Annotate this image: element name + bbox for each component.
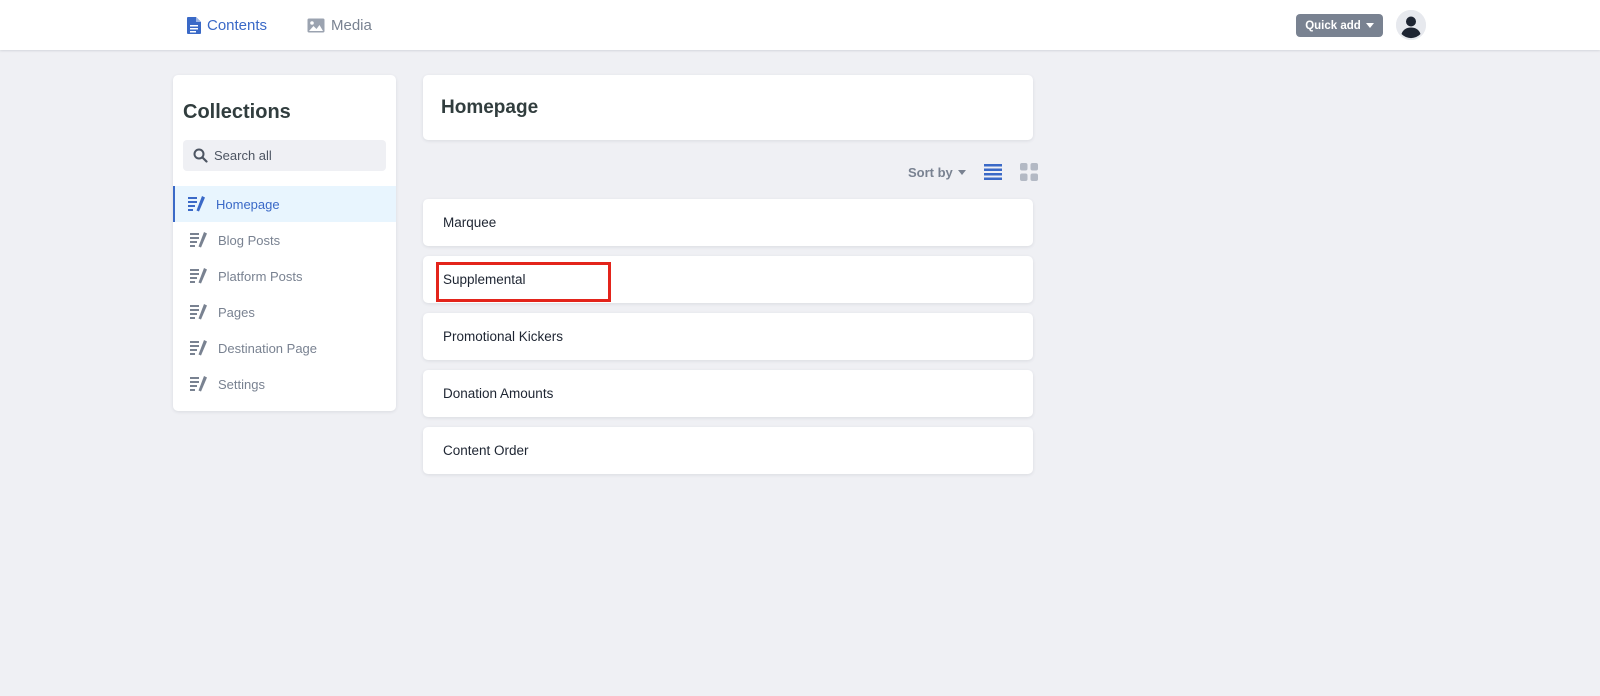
list-item-label: Donation Amounts (443, 386, 554, 401)
list-item-label: Promotional Kickers (443, 329, 564, 344)
write-icon (190, 340, 207, 356)
nav-media-link[interactable]: Media (307, 0, 372, 50)
top-bar: Contents Media Quick add (0, 0, 1600, 50)
sidebar-item-label: Settings (218, 376, 265, 392)
quick-add-label: Quick add (1305, 19, 1361, 32)
sidebar-item-settings[interactable]: Settings (173, 366, 396, 402)
chevron-down-icon (1365, 23, 1374, 28)
write-icon (190, 268, 207, 284)
write-icon (190, 376, 207, 392)
nav-contents-label: Contents (207, 16, 268, 34)
list-item-label: Supplemental (443, 272, 526, 287)
collection-header: Homepage (423, 75, 1033, 140)
list-item[interactable]: Donation Amounts (423, 370, 1033, 417)
sidebar-item-platform-posts[interactable]: Platform Posts (173, 258, 396, 294)
sidebar-item-destination-page[interactable]: Destination Page (173, 330, 396, 366)
grid-view-icon[interactable] (1019, 163, 1038, 181)
sidebar-item-pages[interactable]: Pages (173, 294, 396, 330)
list-item-label: Marquee (443, 215, 497, 230)
user-icon (1396, 10, 1426, 40)
image-icon (307, 18, 325, 32)
write-icon (190, 304, 207, 320)
sidebar-item-label: Homepage (216, 196, 280, 212)
search-input[interactable] (214, 148, 374, 163)
sort-by-dropdown[interactable]: Sort by (908, 165, 966, 180)
sidebar-item-label: Destination Page (218, 340, 318, 356)
user-avatar[interactable] (1396, 10, 1426, 40)
collections-sidebar: Collections Homepage Blog Posts (173, 75, 396, 411)
sidebar-item-label: Platform Posts (218, 268, 303, 284)
list-item[interactable]: Content Order (423, 427, 1033, 474)
view-controls: Sort by (908, 161, 1038, 183)
write-icon (190, 232, 207, 248)
list-item[interactable]: Marquee (423, 199, 1033, 246)
write-icon (188, 196, 205, 212)
page-title: Homepage (441, 97, 539, 118)
quick-add-button[interactable]: Quick add (1296, 14, 1383, 37)
list-view-icon[interactable] (983, 164, 1002, 180)
sidebar-item-label: Pages (218, 304, 255, 320)
chevron-down-icon (957, 169, 966, 175)
sidebar-item-blog-posts[interactable]: Blog Posts (173, 222, 396, 258)
list-item[interactable]: Supplemental (423, 256, 1033, 303)
list-item[interactable]: Promotional Kickers (423, 313, 1033, 360)
list-item-label: Content Order (443, 443, 529, 458)
sidebar-title: Collections (183, 101, 291, 123)
nav-contents-link[interactable]: Contents (187, 0, 267, 50)
sidebar-item-label: Blog Posts (218, 232, 281, 248)
search-box[interactable] (183, 140, 386, 171)
collection-list: Homepage Blog Posts Platform Posts Pages… (173, 186, 396, 402)
search-icon (193, 148, 208, 163)
document-icon (187, 16, 201, 34)
sort-by-label: Sort by (908, 164, 953, 180)
sidebar-item-homepage[interactable]: Homepage (173, 186, 396, 222)
nav-media-label: Media (331, 16, 372, 34)
